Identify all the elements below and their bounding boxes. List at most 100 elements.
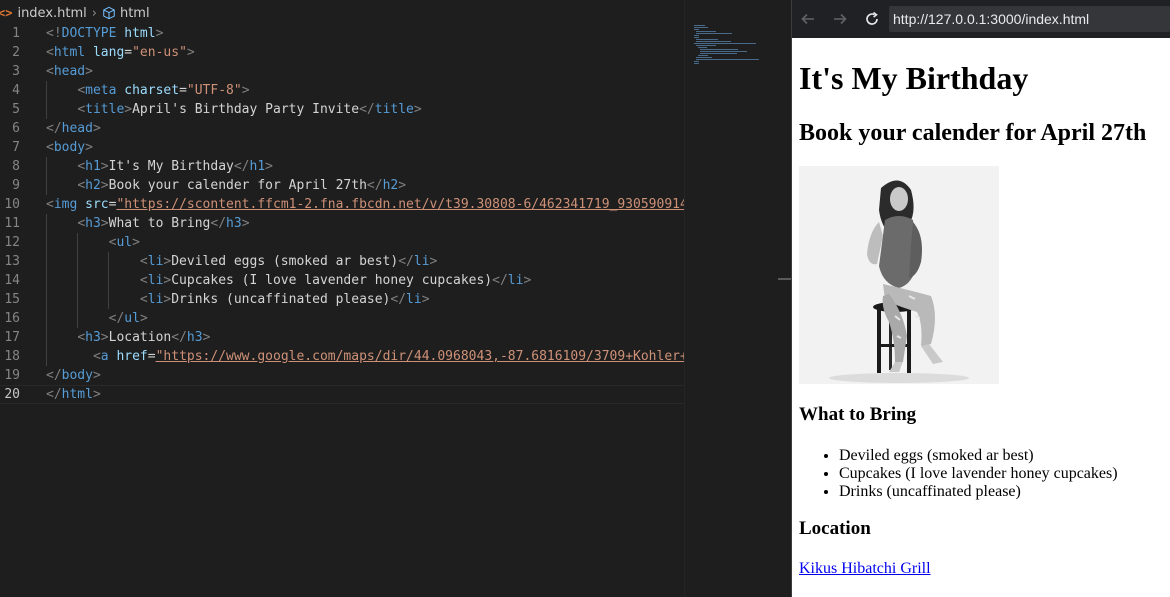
code-token: It's My Birthday	[108, 159, 234, 174]
code-token: </	[46, 368, 62, 383]
code-line[interactable]: 19 </body>	[0, 366, 685, 385]
location-link[interactable]: Kikus Hibatchi Grill	[799, 560, 931, 578]
code-token: <	[46, 45, 54, 60]
indent-guide	[46, 233, 47, 252]
code-token: body	[53, 140, 86, 155]
code-line[interactable]: 5 <title>April's Birthday Party Invite</…	[0, 100, 685, 119]
code-line[interactable]: 11 <h3>What to Bring</h3>	[0, 214, 685, 233]
code-line[interactable]: 4 <meta charset="UTF-8">	[0, 81, 685, 100]
code-token: =	[179, 83, 187, 98]
code-token: <!	[46, 26, 62, 41]
scrollbar-thumb[interactable]	[778, 278, 791, 280]
indent-guide	[46, 290, 47, 309]
code-token: meta	[85, 83, 117, 98]
code-text: <img src="https://scontent.ffcm1-2.fna.f…	[46, 195, 685, 214]
code-text: <li>Cupcakes (I love lavender honey cupc…	[46, 271, 531, 290]
code-line[interactable]: 6 </head>	[0, 119, 685, 138]
minimap-line	[694, 61, 699, 62]
code-line[interactable]: 12 <ul>	[0, 233, 685, 252]
code-token: href	[116, 349, 148, 364]
minimap-line	[700, 53, 737, 54]
code-line[interactable]: 8 <h1>It's My Birthday</h1>	[0, 157, 685, 176]
list-item: Deviled eggs (smoked ar best)	[839, 447, 1118, 465]
html-file-icon: <>	[0, 6, 13, 20]
code-line[interactable]: 15 <li>Drinks (uncaffinated please)</li>	[0, 290, 685, 309]
code-token: <	[77, 216, 86, 231]
code-token: >	[241, 216, 250, 231]
code-token: li	[406, 292, 422, 307]
code-token: li	[147, 292, 164, 307]
code-token: h3	[226, 216, 242, 231]
address-bar[interactable]: http://127.0.0.1:3000/index.html	[889, 6, 1170, 32]
line-number: 16	[4, 311, 20, 326]
code-line[interactable]: 20 </html>	[0, 385, 685, 404]
code-token: DOCTYPE	[61, 26, 117, 41]
minimap-line	[698, 55, 708, 56]
code-text: <h1>It's My Birthday</h1>	[46, 157, 273, 176]
line-number: 8	[12, 159, 20, 174]
indent-guide	[46, 271, 47, 290]
back-button[interactable]	[796, 7, 820, 31]
breadcrumb-file[interactable]: index.html	[17, 6, 86, 21]
code-token: a	[100, 349, 109, 364]
rendered-page: It's My Birthday Book your calender for …	[792, 38, 1170, 597]
breadcrumb-symbol[interactable]: html	[120, 6, 150, 21]
code-line[interactable]: 2 <html lang="en-us">	[0, 43, 685, 62]
code-text: <head>	[46, 62, 93, 81]
code-text: <meta charset="UTF-8">	[46, 81, 250, 100]
code-line[interactable]: 16 </ul>	[0, 309, 685, 328]
code-token: <	[92, 349, 101, 364]
code-line[interactable]: 9 <h2>Book your calender for April 27th<…	[0, 176, 685, 195]
line-number: 3	[12, 64, 20, 79]
line-number: 19	[4, 368, 20, 383]
code-token: "UTF-8"	[186, 83, 242, 98]
indent-guide	[46, 252, 47, 271]
minimap-line	[698, 47, 707, 48]
code-token: =	[124, 45, 133, 60]
code-token: >	[241, 83, 250, 98]
code-token: h3	[186, 330, 203, 345]
minimap[interactable]	[685, 0, 778, 597]
code-token: <	[46, 140, 54, 155]
minimap-line	[694, 27, 708, 28]
code-token: >	[265, 159, 273, 174]
code-token: >	[523, 273, 532, 288]
code-editor[interactable]: <> index.html › html 1 <!DOCTYPE html> 2 <h…	[0, 0, 792, 597]
code-line[interactable]: 17 <h3>Location</h3>	[0, 328, 685, 347]
code-token: "https://scontent.ffcm1-2.fna.fbcdn.net/…	[116, 197, 685, 212]
line-number: 12	[4, 235, 20, 250]
forward-button[interactable]	[828, 7, 852, 31]
vertical-scrollbar[interactable]	[778, 0, 791, 597]
code-line[interactable]: 18 <a href="https://www.google.com/maps/…	[0, 347, 685, 366]
code-token: h3	[85, 216, 101, 231]
line-number: 9	[12, 178, 20, 193]
code-line[interactable]: 3 <head>	[0, 62, 685, 81]
code-line[interactable]: 14 <li>Cupcakes (I love lavender honey c…	[0, 271, 685, 290]
code-token: <	[77, 178, 86, 193]
line-number: 2	[12, 45, 20, 60]
code-text: <!DOCTYPE html>	[46, 24, 163, 43]
line-number: 10	[4, 197, 20, 212]
minimap-line	[696, 59, 759, 60]
code-token: >	[186, 45, 195, 60]
indent-guide	[77, 271, 78, 290]
minimap-line	[694, 25, 705, 26]
code-token: </	[210, 216, 227, 231]
code-line[interactable]: 1 <!DOCTYPE html>	[0, 24, 685, 43]
code-token: >	[85, 64, 93, 79]
indent-guide	[46, 214, 47, 233]
code-token: >	[429, 254, 438, 269]
reload-button[interactable]	[860, 7, 884, 31]
code-line[interactable]: 7 <body>	[0, 138, 685, 157]
code-line[interactable]: 10 <img src="https://scontent.ffcm1-2.fna…	[0, 195, 685, 214]
code-token: h2	[85, 178, 101, 193]
minimap-line	[694, 35, 699, 36]
indent-guide	[46, 347, 47, 366]
code-token: charset	[124, 83, 180, 98]
code-line[interactable]: 13 <li>Deviled eggs (smoked ar best)</li…	[0, 252, 685, 271]
code-token: >	[100, 178, 109, 193]
code-area[interactable]: 1 <!DOCTYPE html> 2 <html lang="en-us"> 3 <he…	[0, 24, 685, 597]
code-text: <h3>Location</h3>	[46, 328, 210, 347]
code-token: What to Bring	[108, 216, 211, 231]
